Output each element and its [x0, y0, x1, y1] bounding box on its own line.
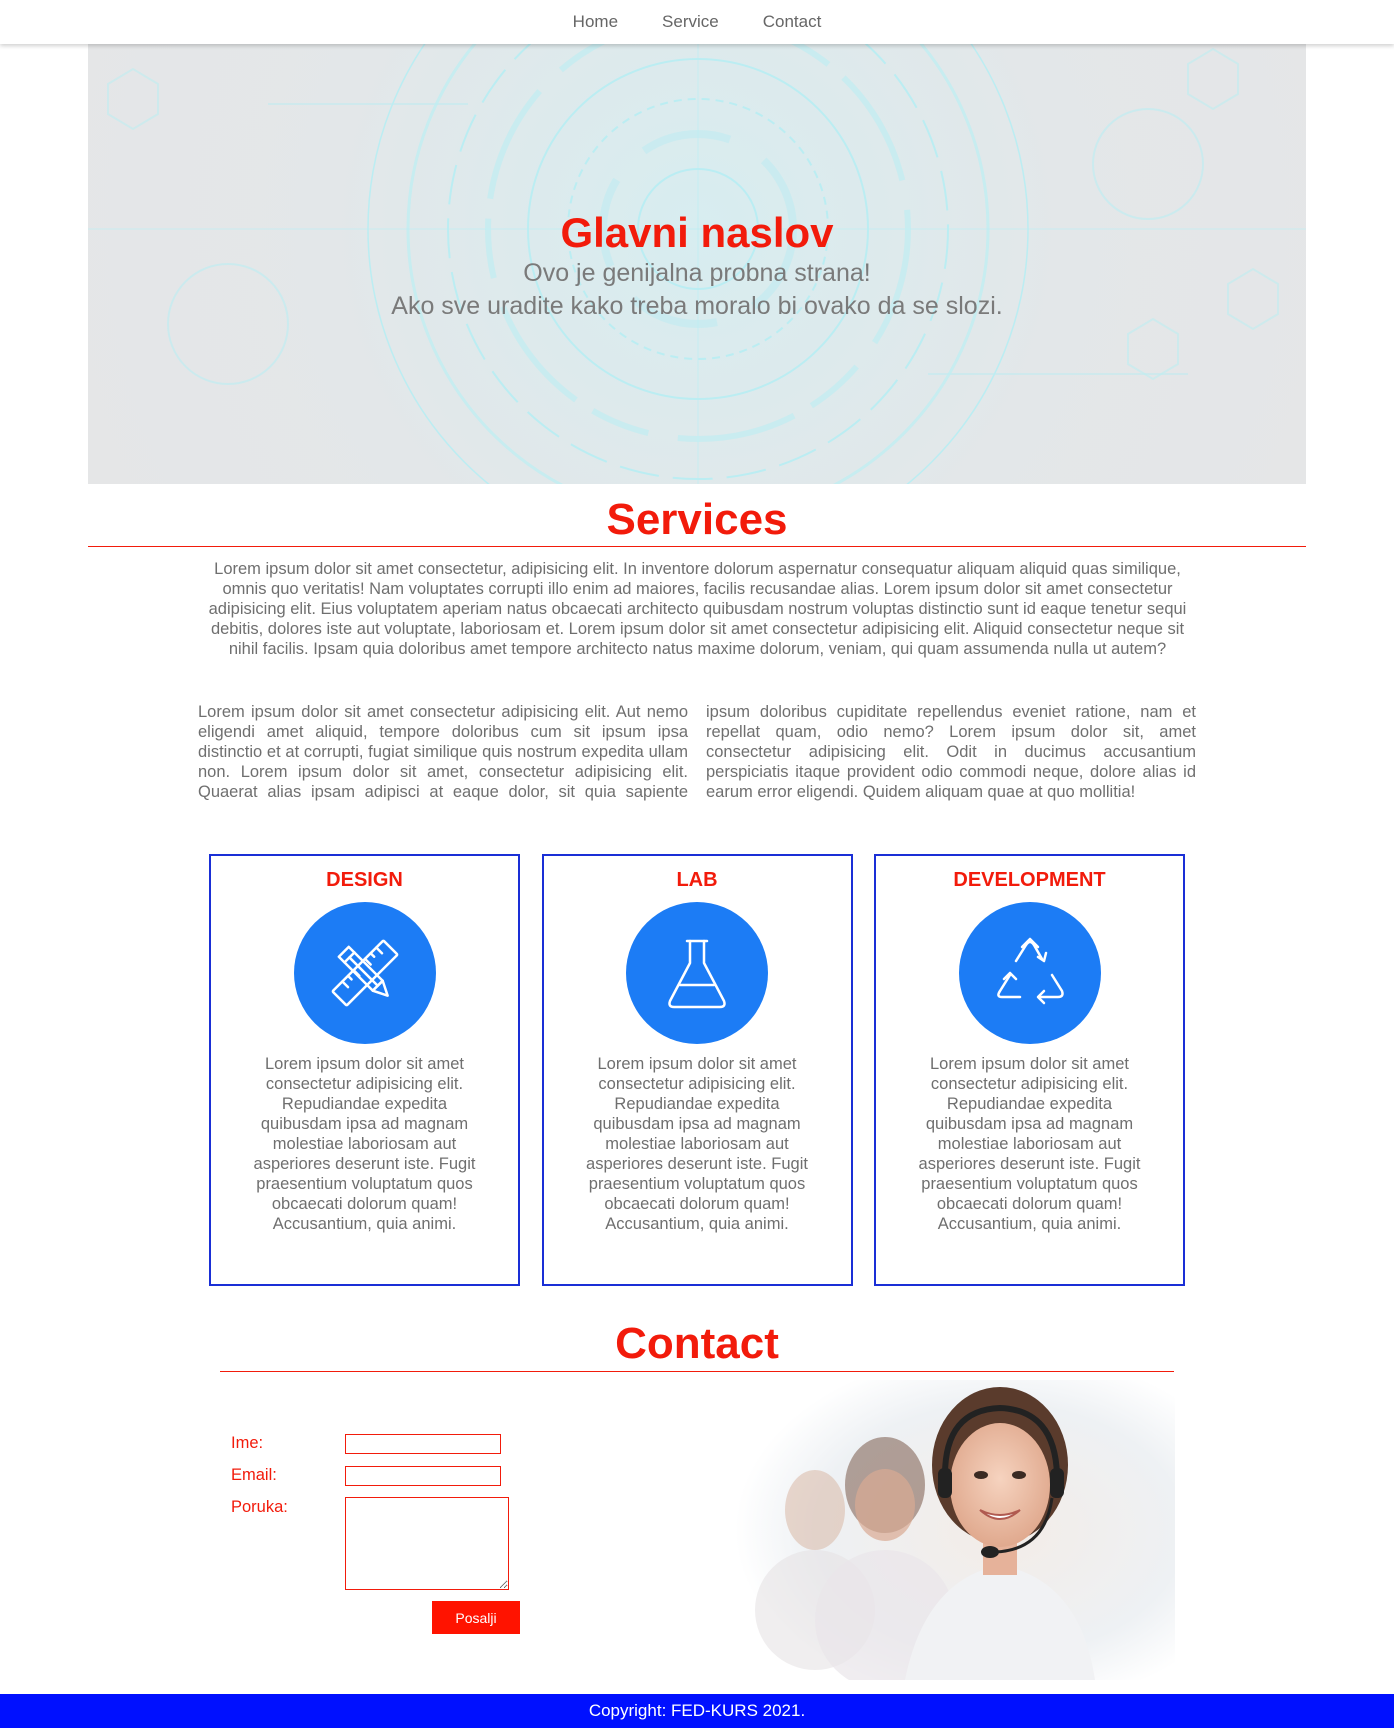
- nav-contact-link[interactable]: Contact: [763, 12, 822, 32]
- service-card-design: DESIGN Lorem ipsum dolor sit amet consec…: [209, 854, 520, 1286]
- message-textarea[interactable]: [345, 1497, 509, 1590]
- services-title: Services: [606, 495, 788, 544]
- name-label: Ime:: [231, 1434, 264, 1452]
- hero-text-block: Glavni naslov Ovo je genijalna probna st…: [88, 209, 1306, 321]
- card-text: Lorem ipsum dolor sit amet consectetur a…: [253, 1055, 476, 1233]
- services-two-column-text: Lorem ipsum dolor sit amet consectetur a…: [198, 703, 1196, 801]
- card-title: LAB: [676, 869, 718, 891]
- hero-subtitle-line-1: Ovo je genijalna probna strana!: [523, 259, 871, 288]
- hero-title: Glavni naslov: [560, 209, 834, 256]
- pencil-ruler-icon: [293, 902, 436, 1044]
- hero-banner: Glavni naslov Ovo je genijalna probna st…: [88, 44, 1306, 484]
- services-intro-text: Lorem ipsum dolor sit amet consectetur, …: [208, 560, 1187, 658]
- contact-divider: [220, 1371, 1174, 1372]
- card-title: DESIGN: [326, 869, 403, 891]
- recycle-icon: [958, 902, 1101, 1044]
- service-card-lab: LAB Lorem ipsum dolor sit amet consectet…: [541, 854, 853, 1286]
- services-divider: [88, 546, 1306, 547]
- nav-home-link[interactable]: Home: [573, 12, 618, 32]
- card-text: Lorem ipsum dolor sit amet consectetur a…: [586, 1055, 808, 1233]
- card-title: DEVELOPMENT: [953, 869, 1106, 891]
- contact-title: Contact: [615, 1319, 779, 1368]
- top-nav: Home Service Contact: [0, 0, 1394, 44]
- name-field[interactable]: [345, 1434, 501, 1454]
- email-label: Email:: [231, 1466, 277, 1484]
- email-field[interactable]: [345, 1466, 501, 1486]
- send-button[interactable]: Posalji: [432, 1601, 520, 1634]
- footer: Copyright: FED-KURS 2021.: [0, 1694, 1394, 1728]
- call-center-photo: [735, 1380, 1175, 1680]
- card-text: Lorem ipsum dolor sit amet consectetur a…: [918, 1055, 1141, 1233]
- service-card-development: DEVELOPMENT Lorem ipsum dolor sit amet c…: [874, 854, 1185, 1286]
- flask-icon: [626, 902, 768, 1044]
- service-cards: DESIGN Lorem ipsum dolor sit amet consec…: [209, 854, 1185, 1286]
- hero-subtitle-line-2: Ako sve uradite kako treba moralo bi ova…: [391, 291, 1003, 320]
- nav-service-link[interactable]: Service: [662, 12, 719, 32]
- message-label: Poruka:: [231, 1498, 288, 1516]
